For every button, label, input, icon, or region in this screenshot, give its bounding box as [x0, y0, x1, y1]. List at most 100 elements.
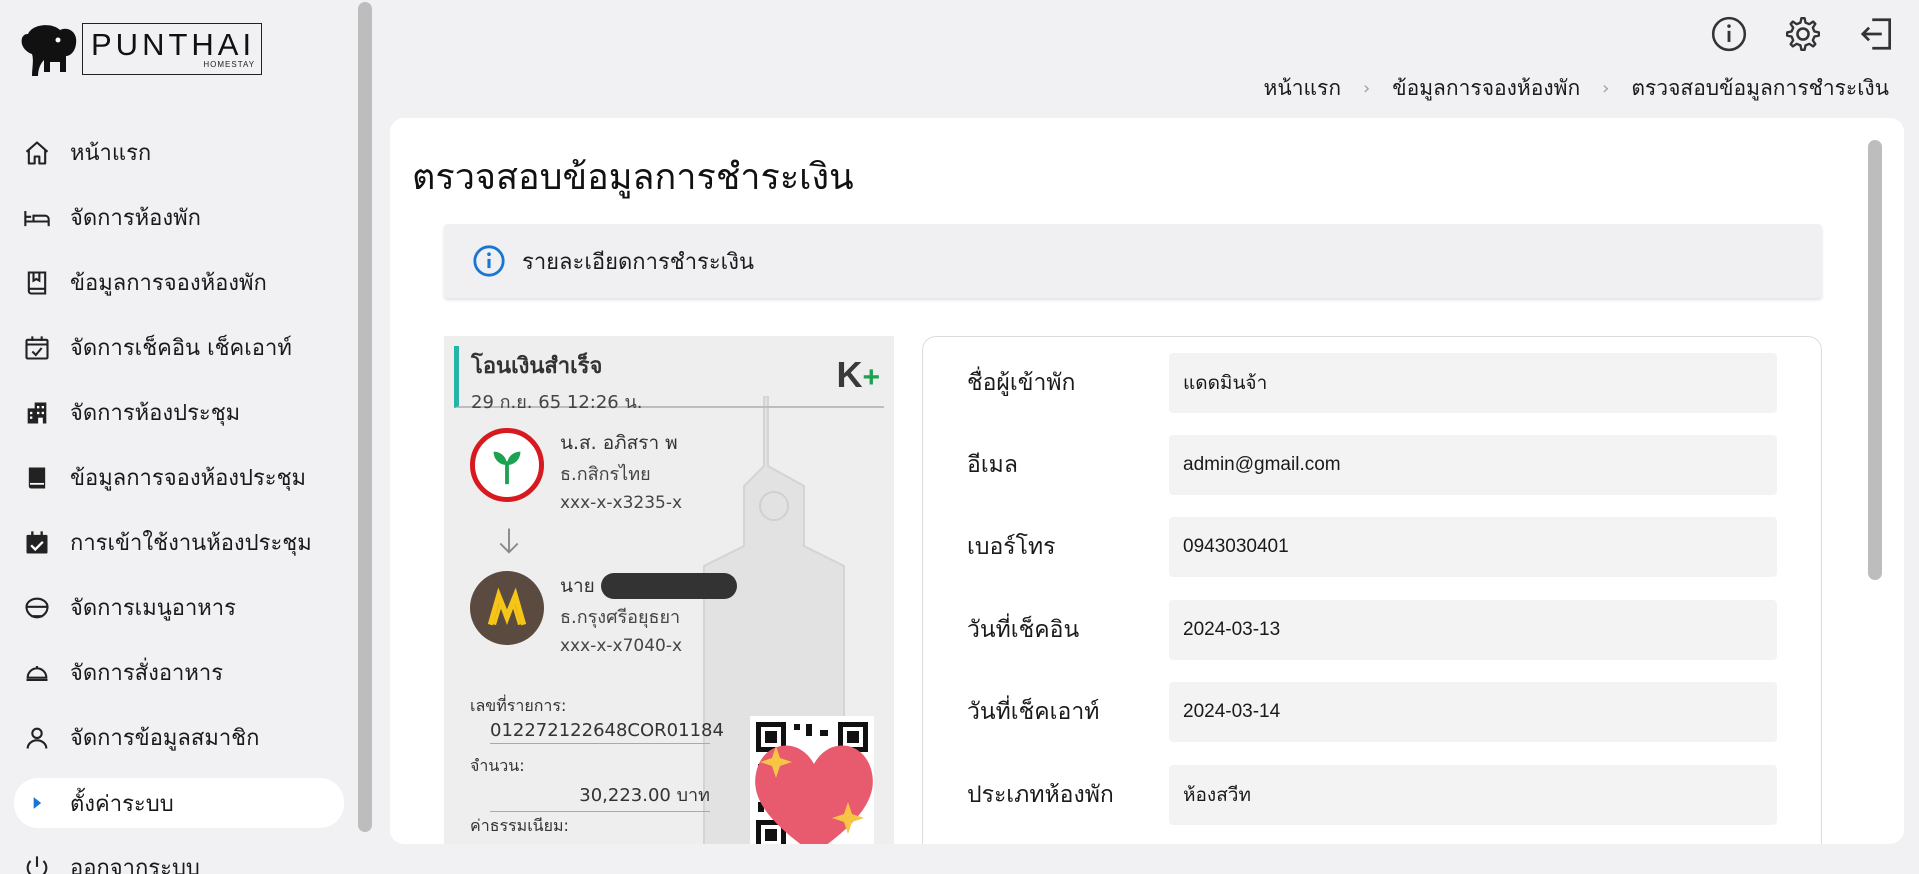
breadcrumb-room-bookings[interactable]: ข้อมูลการจองห้องพัก — [1392, 72, 1580, 105]
receiver-account: xxx-x-x7040-x — [560, 636, 683, 656]
sender-name: น.ส. อภิสรา พ — [560, 432, 678, 454]
field-label: ประเภทห้องพัก — [967, 782, 1114, 808]
slip-header: โอนเงินสำเร็จ 29 ก.ย. 65 12:26 น. — [454, 346, 884, 413]
room-service-icon — [22, 658, 52, 688]
field-label: วันที่เช็คอิน — [967, 617, 1080, 643]
info-circle-icon — [473, 245, 505, 277]
checkout-date-field[interactable]: 2024-03-14 — [1169, 682, 1777, 742]
sidebar-item-label: ออกจากระบบ — [70, 856, 200, 874]
page-title: ตรวจสอบข้อมูลการชำระเงิน — [412, 157, 854, 198]
sidebar-item-label: จัดการห้องพัก — [70, 206, 201, 231]
room-type-field[interactable]: ห้องสวีท — [1169, 765, 1777, 825]
kplus-k: K — [836, 354, 863, 395]
checkin-date-field[interactable]: 2024-03-13 — [1169, 600, 1777, 660]
sidebar-nav: หน้าแรก จัดการห้องพัก ข้อมูลการจองห้องพั… — [14, 120, 344, 874]
sidebar-item-label: จัดการเช็คอิน เช็คเอาท์ — [70, 336, 292, 361]
sidebar-item-label: จัดการข้อมูลสมาชิก — [70, 726, 260, 751]
brand-wordmark: PUNTHAI HOMESTAY — [82, 23, 263, 75]
kbank-logo-icon — [470, 428, 544, 502]
krungsri-logo-icon — [470, 571, 544, 645]
logout-icon[interactable] — [1857, 14, 1897, 54]
power-icon — [22, 853, 52, 874]
sidebar-item-food-menu[interactable]: จัดการเมนูอาหาร — [14, 575, 344, 640]
sidebar-item-label: จัดการเมนูอาหาร — [70, 596, 236, 621]
main-card: ตรวจสอบข้อมูลการชำระเงิน รายละเอียดการชำ… — [390, 118, 1904, 844]
field-label: อีเมล — [967, 452, 1018, 478]
field-checkin-date: วันที่เช็คอิน 2024-03-13 — [967, 600, 1777, 660]
sidebar: PUNTHAI HOMESTAY หน้าแรก จัดการห้องพัก ข… — [0, 0, 358, 874]
email-field[interactable]: admin@gmail.com — [1169, 435, 1777, 495]
sidebar-item-logout[interactable]: ออกจากระบบ — [14, 835, 344, 874]
breadcrumb-separator: › — [1363, 78, 1371, 99]
slip-sender: น.ส. อภิสรา พ ธ.กสิกรไทย xxx-x-x3235-x — [470, 428, 682, 518]
sidebar-item-meeting-bookings[interactable]: ข้อมูลการจองห้องประชุม — [14, 445, 344, 510]
breadcrumb-home[interactable]: หน้าแรก — [1264, 72, 1342, 105]
brand-name: PUNTHAI — [91, 27, 256, 62]
phone-field[interactable]: 0943030401 — [1169, 517, 1777, 577]
sidebar-item-members[interactable]: จัดการข้อมูลสมาชิก — [14, 705, 344, 770]
slip-status: โอนเงินสำเร็จ — [471, 354, 603, 379]
settings-icon[interactable] — [1783, 14, 1823, 54]
calendar-check-icon — [22, 333, 52, 363]
sidebar-item-food-orders[interactable]: จัดการสั่งอาหาร — [14, 640, 344, 705]
sidebar-item-label: ข้อมูลการจองห้องพัก — [70, 271, 267, 296]
heart-sticker-icon — [755, 745, 873, 844]
sidebar-item-meeting-usage[interactable]: การเข้าใช้งานห้องประชุม — [14, 510, 344, 575]
main-scrollbar-thumb[interactable] — [1868, 140, 1882, 580]
sidebar-scrollbar-thumb[interactable] — [358, 2, 372, 832]
sidebar-item-rooms[interactable]: จัดการห้องพัก — [14, 185, 344, 250]
sidebar-item-label: ตั้งค่าระบบ — [70, 791, 174, 817]
info-alert: รายละเอียดการชำระเงิน — [444, 224, 1822, 298]
alert-text: รายละเอียดการชำระเงิน — [522, 249, 754, 275]
slip-datetime: 29 ก.ย. 65 12:26 น. — [471, 392, 643, 413]
field-guest-name: ชื่อผู้เข้าพัก แดดมินจ้า — [967, 353, 1777, 413]
redacted-name — [600, 573, 737, 599]
sidebar-item-label: จัดการสั่งอาหาร — [70, 661, 224, 686]
booking-details-form: ชื่อผู้เข้าพัก แดดมินจ้า อีเมล admin@gma… — [922, 336, 1822, 844]
field-label: วันที่เช็คเอาท์ — [967, 699, 1100, 725]
home-icon — [22, 138, 52, 168]
fee-label: ค่าธรรมเนียม: — [470, 816, 569, 835]
payment-slip-image: โอนเงินสำเร็จ 29 ก.ย. 65 12:26 น. K+ น.ส… — [444, 336, 894, 844]
field-label: ชื่อผู้เข้าพัก — [967, 370, 1076, 396]
person-icon — [22, 723, 52, 753]
breadcrumb-separator: › — [1602, 78, 1610, 99]
guest-name-field[interactable]: แดดมินจ้า — [1169, 353, 1777, 413]
sidebar-item-room-bookings[interactable]: ข้อมูลการจองห้องพัก — [14, 250, 344, 315]
sender-account: xxx-x-x3235-x — [560, 493, 683, 513]
breadcrumb: หน้าแรก › ข้อมูลการจองห้องพัก › ตรวจสอบข… — [1264, 72, 1889, 105]
breadcrumb-current: ตรวจสอบข้อมูลการชำระเงิน — [1631, 76, 1889, 100]
elephant-logo-icon — [21, 25, 77, 76]
info-icon[interactable] — [1709, 14, 1749, 54]
field-phone: เบอร์โทร 0943030401 — [967, 517, 1777, 577]
slip-receiver: นาย ธ.กรุงศรีอยุธยา xxx-x-x7040-x — [470, 571, 737, 661]
arrow-down-icon — [499, 528, 519, 554]
sender-bank: ธ.กสิกรไทย — [560, 463, 651, 485]
amount-label: จำนวน: — [470, 756, 525, 775]
topbar-actions — [1709, 14, 1897, 54]
brand-logo[interactable]: PUNTHAI HOMESTAY — [18, 20, 263, 78]
kplus-logo: K+ — [836, 354, 880, 396]
sidebar-item-label: หน้าแรก — [70, 141, 152, 166]
sidebar-item-checkin-checkout[interactable]: จัดการเช็คอิน เช็คเอาท์ — [14, 315, 344, 380]
sidebar-item-meeting-rooms[interactable]: จัดการห้องประชุม — [14, 380, 344, 445]
building-icon — [22, 398, 52, 428]
field-room-type: ประเภทห้องพัก ห้องสวีท — [967, 765, 1777, 825]
sidebar-item-label: การเข้าใช้งานห้องประชุม — [70, 531, 312, 556]
sidebar-item-home[interactable]: หน้าแรก — [14, 120, 344, 185]
field-label: เบอร์โทร — [967, 534, 1056, 560]
amount-value: 30,223.00 บาท — [490, 780, 710, 812]
book-filled-icon — [22, 463, 52, 493]
receiver-prefix: นาย — [560, 575, 595, 597]
kplus-plus: + — [862, 361, 880, 394]
ref-label: เลขที่รายการ: — [470, 696, 567, 715]
sidebar-item-label: ข้อมูลการจองห้องประชุม — [70, 466, 307, 491]
field-email: อีเมล admin@gmail.com — [967, 435, 1777, 495]
sidebar-item-settings[interactable]: ตั้งค่าระบบ — [14, 778, 344, 828]
sidebar-item-label: จัดการห้องประชุม — [70, 401, 241, 426]
sidebar-scrollbar[interactable] — [358, 0, 372, 874]
field-checkout-date: วันที่เช็คเอาท์ 2024-03-14 — [967, 682, 1777, 742]
ref-value: 012272122648COR01184 — [490, 720, 724, 744]
rice-bowl-icon — [22, 593, 52, 623]
bed-icon — [22, 203, 52, 233]
